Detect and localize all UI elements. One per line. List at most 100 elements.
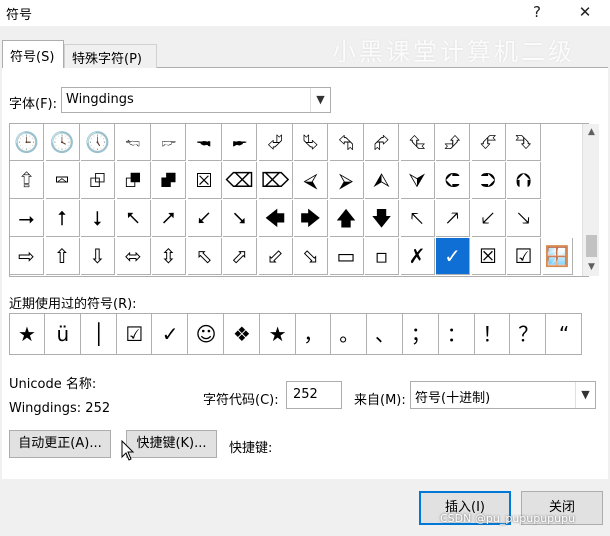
symbol-cell[interactable]: 🡖 <box>507 200 541 237</box>
symbol-cell[interactable]: 🡗 <box>471 200 506 237</box>
symbol-cell[interactable]: ⇧ <box>45 238 80 275</box>
symbol-cell[interactable]: ⌦ <box>258 162 293 199</box>
char-code-label: 字符代码(C): <box>203 393 279 408</box>
recent-symbol-cell[interactable]: ； <box>404 314 439 354</box>
symbol-cell[interactable]: 🡇 <box>365 200 399 237</box>
symbol-cell[interactable]: ⮽ <box>187 162 222 199</box>
font-select[interactable]: Wingdings ▼ <box>61 87 331 113</box>
symbol-cell[interactable]: ⌫ <box>223 162 257 199</box>
help-button[interactable]: ? <box>522 0 552 26</box>
symbol-cell[interactable]: 🡄 <box>258 200 293 237</box>
font-value: Wingdings <box>66 92 134 107</box>
recent-symbol-cell[interactable]: │ <box>82 314 117 354</box>
symbol-cell[interactable]: ⮱ <box>294 124 328 161</box>
symbol-cell[interactable]: ⭢ <box>10 200 44 237</box>
recent-symbol-cell[interactable]: ★ <box>261 314 296 354</box>
chevron-down-icon[interactable]: ▼ <box>575 382 595 408</box>
recent-symbol-cell[interactable]: ❖ <box>225 314 260 354</box>
symbol-cell[interactable]: ⮛ <box>400 162 435 199</box>
symbol-cell[interactable]: ⮻ <box>116 162 151 199</box>
scrollbar-thumb[interactable] <box>586 235 597 257</box>
from-select[interactable]: 符号(十进制) ▼ <box>410 381 596 409</box>
symbol-cell[interactable]: ✗ <box>400 238 435 275</box>
shortcut-key-label: 快捷键: <box>229 441 273 456</box>
symbol-cell[interactable]: 🖙 <box>152 124 186 161</box>
symbol-grid-scrollbar[interactable]: ▲ ▼ <box>582 124 599 276</box>
symbol-cell[interactable]: ⮺ <box>81 162 115 199</box>
dialog-title: 符号 <box>6 8 33 23</box>
symbol-cell[interactable]: 🕔 <box>81 124 115 161</box>
from-value: 符号(十进制) <box>415 391 491 406</box>
recent-symbol-cell[interactable]: ， <box>296 314 332 354</box>
symbol-cell[interactable]: ⮼ <box>152 162 186 199</box>
symbol-cell[interactable]: ⭦ <box>116 200 151 237</box>
recent-symbol-cell[interactable]: ✓ <box>153 314 189 354</box>
symbol-cell[interactable]: 🡆 <box>294 200 328 237</box>
from-label: 来自(M): <box>354 393 406 408</box>
symbol-cell[interactable]: ⭩ <box>187 200 222 237</box>
symbol-cell[interactable]: ⮴ <box>400 124 435 161</box>
symbol-cell[interactable]: ⮙ <box>365 162 399 199</box>
symbol-cell[interactable]: ☑ <box>507 238 541 275</box>
tab-special-characters[interactable]: 特殊字符(P) <box>64 44 157 68</box>
symbol-cell[interactable]: ⮲ <box>329 124 364 161</box>
shortcut-key-button[interactable]: 快捷键(K)... <box>126 430 217 458</box>
autocorrect-button[interactable]: 自动更正(A)... <box>9 430 111 458</box>
symbol-cell[interactable]: ⭣ <box>81 200 115 237</box>
symbol-cell[interactable]: ⮵ <box>436 124 470 161</box>
symbol-cell[interactable]: ⬀ <box>223 238 257 275</box>
recent-symbol-cell[interactable]: ★ <box>10 314 45 354</box>
symbol-cell[interactable]: ▭ <box>329 238 364 275</box>
symbol-cell[interactable]: ⬂ <box>294 238 328 275</box>
symbol-cell[interactable]: ⬁ <box>187 238 222 275</box>
tab-symbols[interactable]: 符号(S) <box>2 40 64 68</box>
symbol-cell[interactable]: ⭨ <box>223 200 257 237</box>
close-icon[interactable]: ✕ <box>570 0 600 26</box>
recent-symbol-cell[interactable]: ！ <box>475 314 511 354</box>
symbol-cell[interactable]: ⮸ <box>10 162 44 199</box>
scroll-up-icon[interactable]: ▲ <box>583 124 600 141</box>
symbol-cell[interactable]: ⮉ <box>507 162 541 199</box>
symbol-cell[interactable]: ⮳ <box>365 124 399 161</box>
symbol-cell[interactable]: 🖛 <box>223 124 257 161</box>
symbol-cell[interactable]: ⮈ <box>436 162 470 199</box>
recent-symbol-cell[interactable]: “ <box>547 314 582 354</box>
symbol-cell[interactable]: ⮚ <box>329 162 364 199</box>
symbol-cell[interactable]: 🕓 <box>45 124 80 161</box>
symbol-cell[interactable]: ⮘ <box>294 162 328 199</box>
symbol-cell[interactable]: 🪟 <box>542 238 573 275</box>
recent-symbol-cell[interactable]: ☑ <box>117 314 153 354</box>
symbol-cell[interactable]: ⇳ <box>152 238 186 275</box>
symbol-cell[interactable]: 🡔 <box>400 200 435 237</box>
symbol-cell[interactable]: 🕒 <box>10 124 44 161</box>
symbol-cell[interactable]: ▫ <box>365 238 399 275</box>
symbol-cell[interactable]: ⮹ <box>45 162 80 199</box>
symbol-cell[interactable]: 🖘 <box>116 124 151 161</box>
symbol-cell[interactable]: ⭧ <box>152 200 186 237</box>
recent-symbols-label: 近期使用过的符号(R): <box>9 297 137 312</box>
symbol-cell[interactable]: ⮰ <box>258 124 293 161</box>
watermark-text: 小黑课堂计算机二级 <box>332 38 575 66</box>
symbol-cell[interactable]: ⮷ <box>507 124 541 161</box>
recent-symbol-cell[interactable]: ü <box>46 314 81 354</box>
recent-symbol-cell[interactable]: 。 <box>332 314 368 354</box>
chevron-down-icon[interactable]: ▼ <box>310 88 330 112</box>
symbol-cell[interactable]: ⇨ <box>10 238 44 275</box>
symbol-cell[interactable]: 🖚 <box>187 124 222 161</box>
symbol-cell[interactable]: ✓ <box>436 238 470 275</box>
char-code-input[interactable]: 252 <box>286 381 342 409</box>
symbol-cell[interactable]: ☒ <box>471 238 506 275</box>
recent-symbol-cell[interactable]: 、 <box>368 314 403 354</box>
symbol-cell[interactable]: ⮊ <box>471 162 506 199</box>
symbol-cell[interactable]: 🡅 <box>329 200 364 237</box>
recent-symbol-cell[interactable]: ： <box>440 314 475 354</box>
symbol-cell[interactable]: ⭡ <box>45 200 80 237</box>
symbol-cell[interactable]: ⬄ <box>116 238 151 275</box>
symbol-cell[interactable]: ⇩ <box>81 238 115 275</box>
scroll-down-icon[interactable]: ▼ <box>583 259 600 276</box>
symbol-cell[interactable]: ⬃ <box>258 238 293 275</box>
recent-symbol-cell[interactable]: ？ <box>511 314 547 354</box>
recent-symbol-cell[interactable]: ☺ <box>189 314 224 354</box>
symbol-cell[interactable]: ⮶ <box>471 124 506 161</box>
symbol-cell[interactable]: 🡕 <box>436 200 470 237</box>
